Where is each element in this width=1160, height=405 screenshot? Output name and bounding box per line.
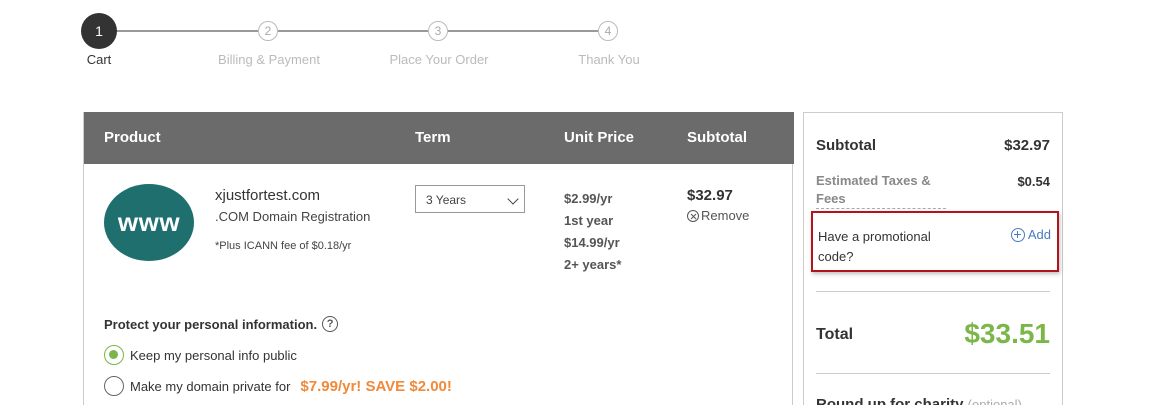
- summary-divider: [816, 291, 1050, 292]
- charity-optional: (optional): [967, 397, 1022, 405]
- domain-name: xjustfortest.com: [215, 187, 321, 204]
- promo-add-label: Add: [1027, 227, 1051, 242]
- summary-tax-label[interactable]: Estimated Taxes & Fees: [816, 172, 946, 209]
- step-connector: [115, 30, 258, 32]
- step-1-circle: 1: [81, 13, 117, 49]
- privacy-option-private-label: Make my domain private for: [130, 378, 291, 394]
- privacy-option-public[interactable]: Keep my personal info public: [104, 345, 297, 365]
- remove-label: Remove: [701, 208, 750, 223]
- step-2-circle: 2: [258, 21, 278, 41]
- private-price: $7.99/yr! SAVE $2.00!: [300, 377, 452, 395]
- column-header-unit-price: Unit Price: [564, 129, 635, 146]
- remove-icon: [687, 209, 699, 222]
- unit-price-line: $2.99/yr: [564, 191, 613, 206]
- unit-price-line: $14.99/yr: [564, 235, 620, 250]
- charity-heading: Round up for charity (optional): [816, 396, 1022, 405]
- domain-type: .COM Domain Registration: [215, 209, 371, 224]
- plus-circle-icon: [1010, 227, 1025, 242]
- privacy-title-text: Protect your personal information.: [104, 316, 318, 332]
- help-icon[interactable]: ?: [322, 316, 339, 332]
- unit-price: $2.99/yr 1st year $14.99/yr 2+ years*: [564, 188, 621, 276]
- summary-total-label: Total: [816, 326, 854, 343]
- summary-subtotal-label: Subtotal: [816, 137, 876, 154]
- step-connector: [448, 30, 598, 32]
- step-3-label: Place Your Order: [389, 52, 489, 67]
- column-header-term: Term: [415, 129, 451, 146]
- step-1-label: Cart: [86, 52, 112, 67]
- promo-code-text: Have a promotional code?: [818, 229, 931, 264]
- icann-fee-note: *Plus ICANN fee of $0.18/yr: [215, 240, 352, 252]
- remove-link[interactable]: Remove: [687, 208, 749, 223]
- column-header-product: Product: [104, 129, 161, 146]
- cart-header: Product Term Unit Price Subtotal: [84, 112, 794, 164]
- privacy-option-private[interactable]: Make my domain private for $7.99/yr! SAV…: [104, 376, 452, 396]
- item-subtotal: $32.97: [687, 187, 733, 204]
- term-select-value: 3 Years: [426, 193, 467, 207]
- privacy-option-public-label: Keep my personal info public: [130, 347, 297, 363]
- summary-subtotal-value: $32.97: [1004, 137, 1050, 154]
- checkout-stepper: 1 2 3 4 Cart Billing & Payment Place You…: [0, 0, 700, 80]
- promo-add-button[interactable]: Add: [1010, 227, 1051, 242]
- order-summary: Subtotal $32.97 Estimated Taxes & Fees $…: [803, 112, 1063, 405]
- term-select[interactable]: 3 Years: [415, 185, 525, 213]
- step-connector: [278, 30, 428, 32]
- promo-code-box: Have a promotional code? Add: [811, 211, 1059, 272]
- unit-price-line: 1st year: [564, 213, 614, 228]
- unit-price-line: 2+ years*: [564, 257, 622, 272]
- privacy-title: Protect your personal information. ?: [104, 316, 339, 332]
- summary-divider: [816, 373, 1050, 374]
- radio-private[interactable]: [104, 376, 124, 396]
- summary-tax-value: $0.54: [1017, 174, 1050, 189]
- step-3-circle: 3: [428, 21, 448, 41]
- column-header-subtotal: Subtotal: [687, 129, 747, 146]
- www-domain-icon: www: [104, 184, 194, 261]
- step-4-label: Thank You: [578, 52, 640, 67]
- charity-label: Round up for charity: [816, 396, 964, 405]
- chevron-down-icon: [507, 193, 519, 205]
- step-4-circle: 4: [598, 21, 618, 41]
- step-2-label: Billing & Payment: [218, 52, 320, 67]
- radio-public[interactable]: [104, 345, 124, 365]
- cart-table: Product Term Unit Price Subtotal www xju…: [83, 112, 794, 405]
- summary-total-value: $33.51: [964, 318, 1050, 349]
